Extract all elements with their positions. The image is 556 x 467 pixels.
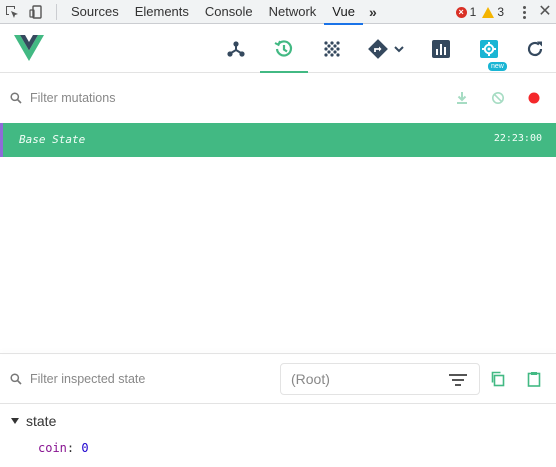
more-options-icon[interactable] [514, 0, 534, 24]
tab-separator [56, 3, 57, 20]
inspect-element-icon[interactable] [0, 0, 24, 24]
copy-icon [491, 371, 505, 387]
device-toolbar-icon[interactable] [24, 0, 48, 24]
record-icon [528, 92, 540, 104]
mutation-item-base-state[interactable]: Base State 22:23:00 [0, 123, 556, 157]
state-property-coin[interactable]: coin: 0 [38, 441, 89, 455]
filter-mutations-input[interactable]: Filter mutations [30, 91, 115, 105]
state-filter-bar: Filter inspected state (Root) [0, 354, 556, 404]
chevron-down-icon [394, 46, 404, 53]
warning-count: 3 [497, 5, 504, 19]
components-icon [227, 41, 245, 57]
warning-counter[interactable]: 3 [482, 5, 504, 19]
router-tab[interactable] [356, 25, 416, 73]
revert-icon [492, 92, 504, 104]
search-icon [10, 373, 22, 385]
close-devtools-icon[interactable]: ✕ [534, 0, 556, 24]
revert-all-button[interactable] [488, 88, 508, 108]
error-icon: × [455, 6, 467, 18]
error-count: 1 [469, 5, 477, 19]
tab-sources[interactable]: Sources [63, 0, 127, 24]
warning-icon [482, 6, 495, 18]
error-counter[interactable]: × 1 [455, 5, 477, 19]
caret-down-icon[interactable] [11, 418, 19, 424]
mutations-filter-bar: Filter mutations [0, 74, 556, 122]
property-key: coin [38, 441, 67, 455]
refresh-button[interactable] [513, 25, 556, 73]
filter-state-input[interactable]: Filter inspected state [30, 372, 145, 386]
tab-vue[interactable]: Vue [324, 0, 363, 25]
tab-console[interactable]: Console [197, 0, 261, 24]
tab-network[interactable]: Network [261, 0, 325, 24]
router-icon [368, 39, 388, 59]
refresh-icon [527, 41, 542, 57]
events-icon [324, 41, 340, 57]
root-module-select[interactable]: (Root) [280, 363, 480, 395]
performance-icon [432, 40, 450, 58]
state-section-label[interactable]: state [26, 413, 56, 429]
filter-list-icon [449, 374, 467, 386]
vuex-history-icon [274, 40, 293, 57]
vue-logo [14, 35, 44, 66]
root-module-label: (Root) [291, 371, 330, 387]
property-colon: : [66, 441, 82, 455]
mutation-time: 22:23:00 [493, 133, 542, 144]
record-button[interactable] [524, 88, 544, 108]
state-tree: state coin: 0 [0, 405, 556, 467]
vuex-history-tab[interactable] [260, 25, 308, 73]
search-icon [10, 92, 22, 104]
clipboard-icon [527, 372, 541, 387]
download-icon [457, 92, 467, 104]
new-badge: new [488, 62, 507, 71]
more-tabs-button[interactable]: » [363, 4, 381, 20]
settings-icon [480, 40, 498, 58]
paste-state-button[interactable] [524, 369, 544, 389]
events-tab[interactable] [308, 25, 356, 73]
devtools-tab-bar: Sources Elements Console Network Vue » ×… [0, 0, 556, 25]
settings-tab[interactable]: new [465, 25, 513, 73]
mutation-name: Base State [19, 133, 86, 146]
vue-toolbar: new [0, 25, 556, 73]
copy-state-button[interactable] [488, 369, 508, 389]
performance-tab[interactable] [417, 25, 465, 73]
tab-elements[interactable]: Elements [127, 0, 197, 24]
components-tab[interactable] [212, 25, 260, 73]
property-value: 0 [81, 441, 89, 455]
commit-all-button[interactable] [452, 88, 472, 108]
